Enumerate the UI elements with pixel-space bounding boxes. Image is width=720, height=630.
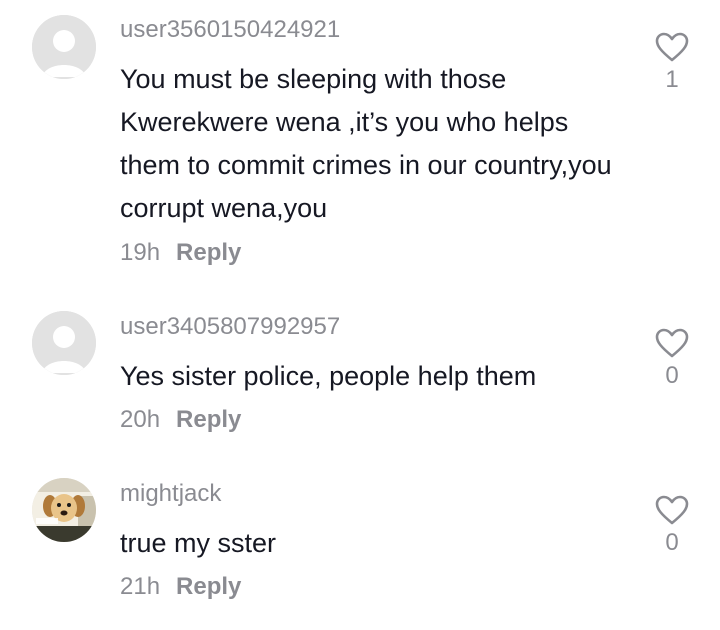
heart-icon[interactable]: [655, 328, 689, 358]
avatar[interactable]: [32, 15, 96, 79]
comment-meta: 19h Reply: [120, 238, 241, 268]
comment-time: 20h: [120, 406, 161, 433]
avatar[interactable]: [32, 311, 96, 375]
reply-button[interactable]: Reply: [176, 239, 241, 266]
comment-meta: 21h Reply: [120, 572, 241, 602]
default-avatar-icon: [32, 15, 96, 79]
heart-icon[interactable]: [655, 32, 689, 62]
default-avatar-icon: [32, 311, 96, 375]
avatar[interactable]: [32, 478, 96, 542]
heart-icon[interactable]: [655, 495, 689, 525]
like-count: 0: [665, 529, 679, 556]
comment-meta: 20h Reply: [120, 405, 241, 435]
comment-time: 19h: [120, 239, 161, 266]
comment-text: true my sster: [120, 528, 277, 558]
comment-text: You must be sleeping with those Kwerekwe…: [120, 64, 612, 223]
comment-username[interactable]: user3405807992957: [120, 312, 340, 342]
reply-button[interactable]: Reply: [176, 406, 241, 433]
comment-text: Yes sister police, people help them: [120, 361, 537, 391]
like-count: 1: [665, 66, 679, 93]
comment-time: 21h: [120, 573, 161, 600]
reply-button[interactable]: Reply: [176, 573, 241, 600]
comment-username[interactable]: user3560150424921: [120, 15, 340, 45]
dog-photo-avatar: [32, 478, 96, 542]
like-count: 0: [665, 362, 679, 389]
comment-username[interactable]: mightjack: [120, 479, 221, 509]
